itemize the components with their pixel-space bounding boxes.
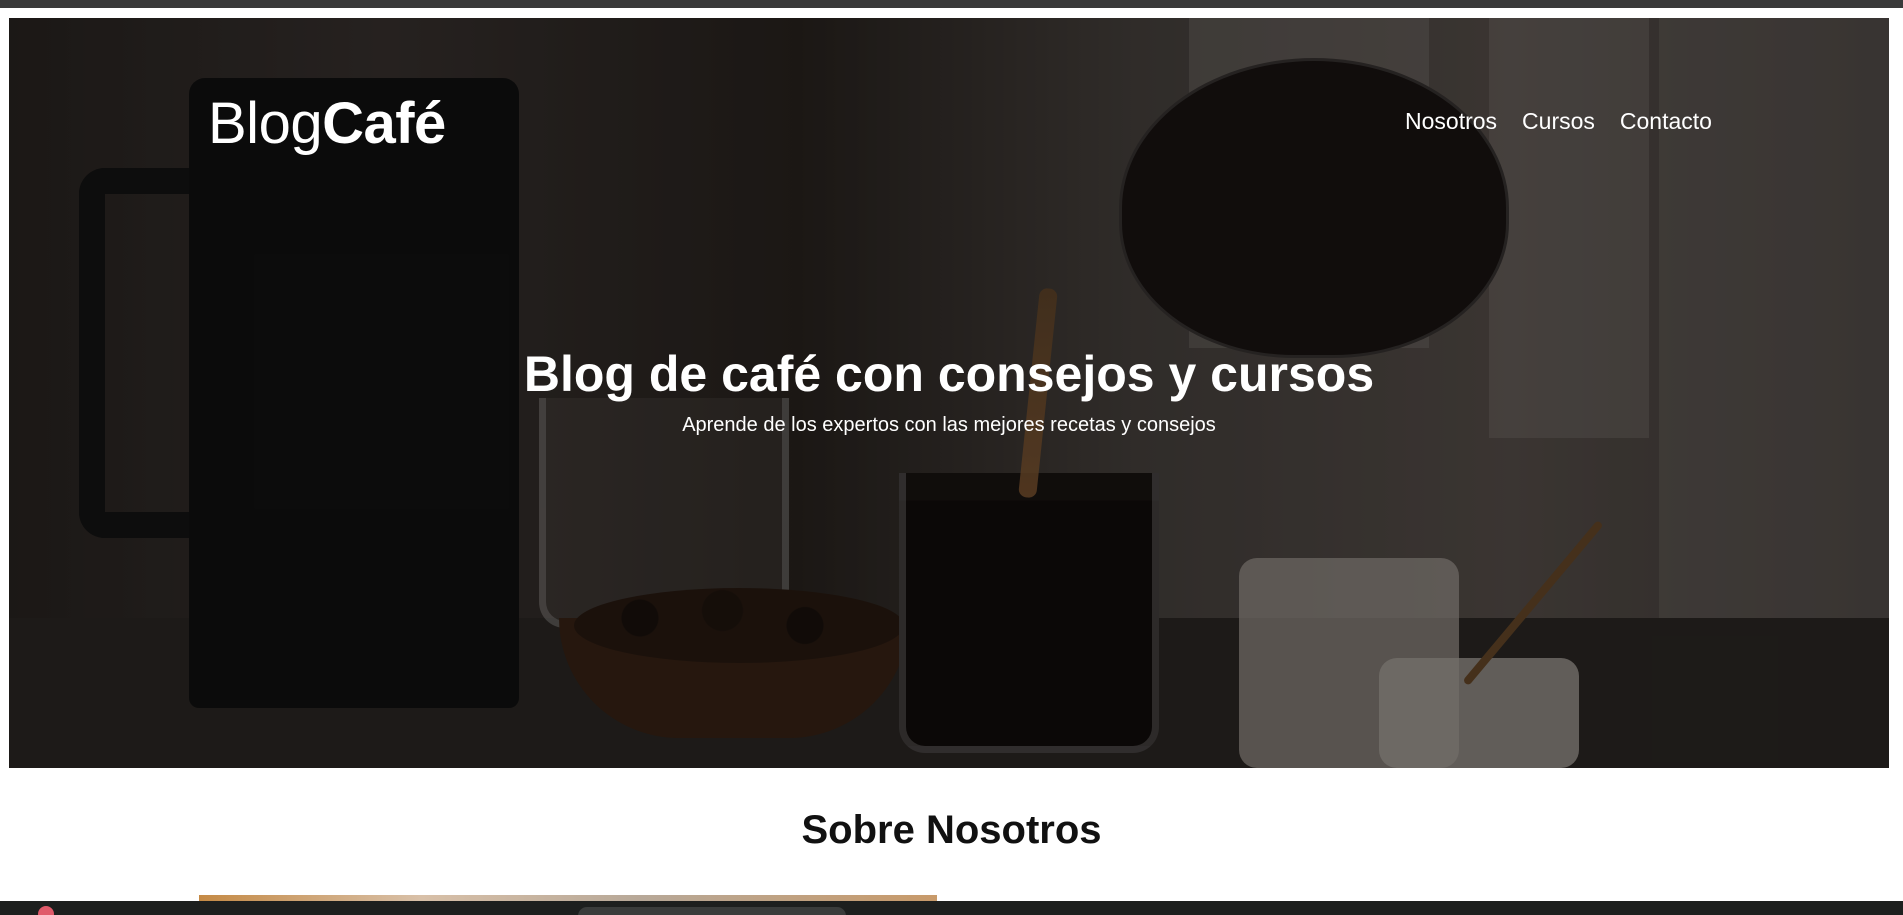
nav-link-nosotros[interactable]: Nosotros bbox=[1405, 108, 1497, 135]
hero-banner: BlogCafé Nosotros Cursos Contacto Blog d… bbox=[9, 18, 1889, 768]
about-section-title: Sobre Nosotros bbox=[801, 808, 1102, 852]
taskbar-notification-icon[interactable] bbox=[38, 906, 54, 915]
logo-regular-text: Blog bbox=[208, 91, 323, 156]
os-taskbar bbox=[0, 901, 1903, 915]
site-logo[interactable]: BlogCafé bbox=[208, 90, 446, 157]
hero-title: Blog de café con consejos y cursos bbox=[523, 346, 1375, 402]
nav-link-cursos[interactable]: Cursos bbox=[1522, 108, 1595, 135]
logo-bold-text: Café bbox=[322, 91, 446, 156]
main-nav: Nosotros Cursos Contacto bbox=[1405, 108, 1712, 135]
taskbar-search[interactable] bbox=[578, 907, 846, 915]
nav-link-contacto[interactable]: Contacto bbox=[1620, 108, 1712, 135]
browser-top-strip bbox=[0, 0, 1903, 8]
hero-subtitle: Aprende de los expertos con las mejores … bbox=[682, 414, 1216, 436]
